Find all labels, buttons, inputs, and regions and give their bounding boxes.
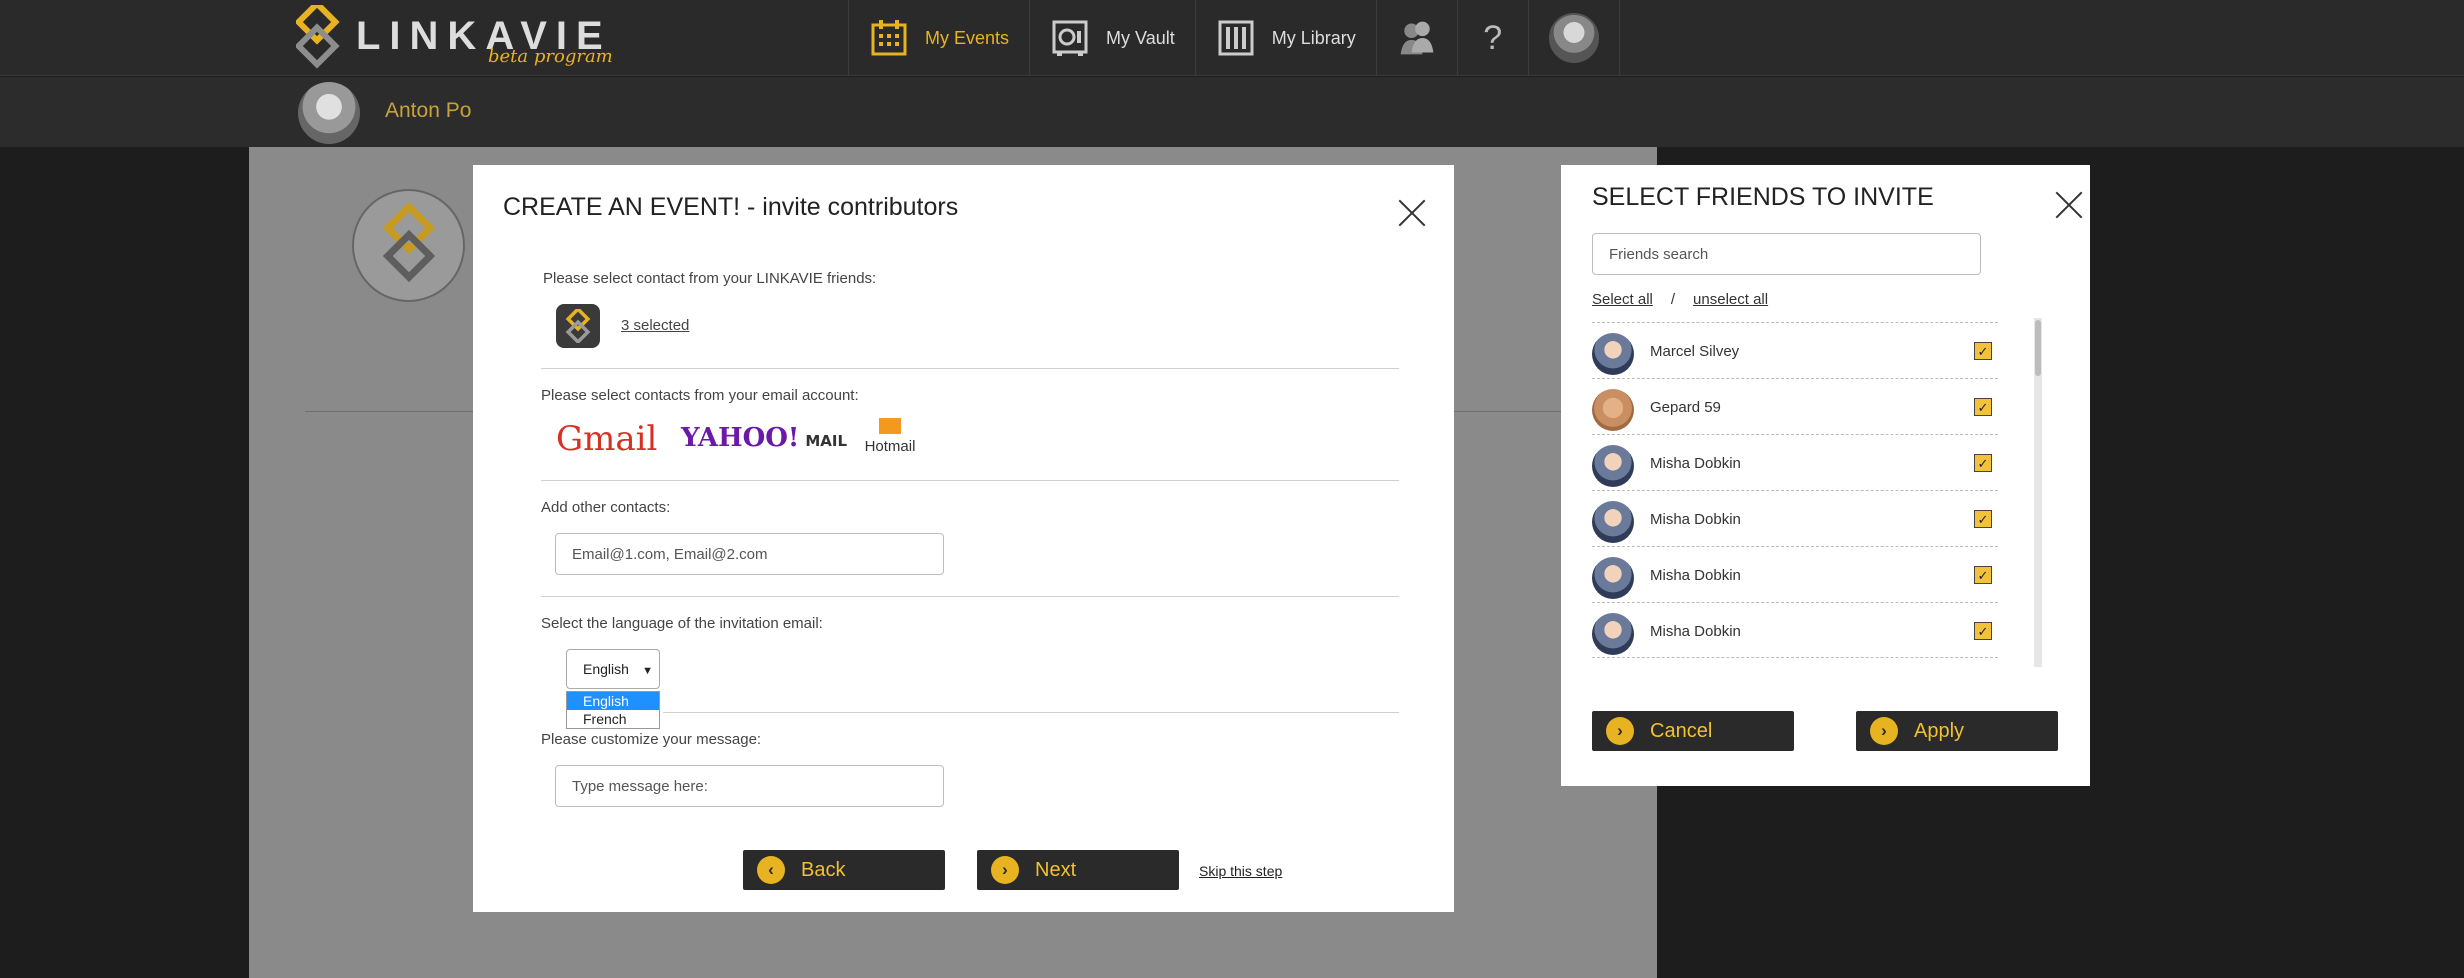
sub-bar: [0, 77, 2464, 147]
hotmail-envelope-icon: [879, 418, 901, 434]
friend-avatar: [1592, 333, 1634, 375]
user-avatar: [1548, 13, 1599, 63]
friends-list: Marcel Silvey ✓ Gepard 59 ✓ Misha Dobkin…: [1592, 322, 1998, 658]
chevron-right-icon: ›: [991, 856, 1019, 884]
friend-row[interactable]: Misha Dobkin ✓: [1592, 434, 1998, 490]
message-label: Please customize your message:: [541, 731, 762, 748]
gmail-button[interactable]: Gmail: [556, 419, 657, 459]
friend-row[interactable]: Gepard 59 ✓: [1592, 378, 1998, 434]
language-option-english[interactable]: English: [567, 692, 659, 710]
language-option-french[interactable]: French: [567, 710, 659, 728]
hotmail-button[interactable]: Hotmail: [860, 418, 920, 455]
main-nav: My Events My Vault My Library ?: [848, 0, 1620, 76]
section-divider: [541, 480, 1399, 481]
create-event-modal: CREATE AN EVENT! - invite contributors P…: [473, 165, 1454, 912]
chevron-left-icon: ‹: [757, 856, 785, 884]
friend-name: Marcel Silvey: [1650, 343, 1740, 360]
language-label: Select the language of the invitation em…: [541, 615, 823, 632]
cancel-button[interactable]: › Cancel: [1592, 711, 1794, 751]
linkavie-logo-icon: [296, 5, 340, 69]
select-friends-modal: SELECT FRIENDS TO INVITE Friends search …: [1561, 165, 2090, 786]
next-button[interactable]: › Next: [977, 850, 1179, 890]
friend-row[interactable]: Misha Dobkin ✓: [1592, 546, 1998, 602]
friend-row[interactable]: Marcel Silvey ✓: [1592, 322, 1998, 378]
friend-checkbox[interactable]: ✓: [1974, 454, 1992, 472]
chevron-right-icon: ›: [1606, 717, 1634, 745]
friends-label: Please select contact from your LINKAVIE…: [543, 270, 877, 287]
caret-down-icon: ▼: [642, 665, 653, 677]
other-contacts-input[interactable]: Email@1.com, Email@2.com: [555, 533, 944, 575]
nav-my-events[interactable]: My Events: [848, 0, 1029, 76]
message-input[interactable]: Type message here:: [555, 765, 944, 807]
friend-avatar: [1592, 445, 1634, 487]
friends-modal-title: SELECT FRIENDS TO INVITE: [1592, 183, 1934, 211]
section-divider: [663, 712, 1399, 713]
section-divider: [541, 368, 1399, 369]
top-bar: LINKAVIE beta program My Events My Vault…: [0, 0, 2464, 76]
apply-button[interactable]: › Apply: [1856, 711, 2058, 751]
vault-icon: [1050, 18, 1090, 58]
select-all-link[interactable]: Select all: [1592, 291, 1653, 308]
skip-step-link[interactable]: Skip this step: [1199, 863, 1282, 879]
profile-name[interactable]: Anton Po: [385, 99, 471, 123]
other-contacts-label: Add other contacts:: [541, 499, 671, 516]
selected-friends-link[interactable]: 3 selected: [621, 317, 689, 334]
chevron-right-icon: ›: [1870, 717, 1898, 745]
nav-friends[interactable]: [1375, 0, 1457, 76]
unselect-all-link[interactable]: unselect all: [1693, 291, 1768, 308]
help-icon: ?: [1483, 18, 1503, 57]
friend-avatar: [1592, 389, 1634, 431]
language-dropdown: English French: [566, 691, 660, 729]
language-select[interactable]: English ▼: [566, 649, 660, 689]
friend-checkbox[interactable]: ✓: [1974, 566, 1992, 584]
linkavie-logo[interactable]: LINKAVIE beta program: [296, 0, 613, 74]
friends-list-scrollbar[interactable]: [2034, 318, 2042, 667]
friends-icon: [1397, 18, 1437, 58]
selection-controls: Select all / unselect all: [1592, 291, 1769, 308]
friend-name: Misha Dobkin: [1650, 511, 1741, 528]
library-icon: [1216, 18, 1256, 58]
profile-avatar[interactable]: [298, 82, 360, 144]
friend-avatar: [1592, 501, 1634, 543]
modal-title: CREATE AN EVENT! - invite contributors: [503, 193, 959, 221]
linkavie-friends-icon[interactable]: [556, 304, 600, 348]
close-icon[interactable]: [2054, 190, 2084, 220]
friend-checkbox[interactable]: ✓: [1974, 622, 1992, 640]
back-button[interactable]: ‹ Back: [743, 850, 945, 890]
friends-search-input[interactable]: Friends search: [1592, 233, 1981, 275]
email-account-label: Please select contacts from your email a…: [541, 387, 859, 404]
friend-row[interactable]: Misha Dobkin ✓: [1592, 602, 1998, 658]
section-divider: [541, 596, 1399, 597]
friend-name: Misha Dobkin: [1650, 567, 1741, 584]
yahoo-mail-button[interactable]: YAHOO! MAIL: [681, 423, 847, 453]
nav-my-library[interactable]: My Library: [1194, 0, 1376, 76]
close-icon[interactable]: [1397, 198, 1427, 228]
friend-checkbox[interactable]: ✓: [1974, 342, 1992, 360]
nav-profile[interactable]: [1527, 0, 1620, 76]
friend-row[interactable]: Misha Dobkin ✓: [1592, 490, 1998, 546]
friend-name: Gepard 59: [1650, 399, 1721, 416]
calendar-icon: [869, 18, 909, 58]
scrollbar-thumb[interactable]: [2035, 320, 2041, 376]
friend-checkbox[interactable]: ✓: [1974, 398, 1992, 416]
friend-avatar: [1592, 557, 1634, 599]
nav-my-events-label: My Events: [925, 27, 1010, 48]
nav-my-vault-label: My Vault: [1106, 27, 1175, 48]
friend-name: Misha Dobkin: [1650, 623, 1741, 640]
friend-avatar: [1592, 613, 1634, 655]
friend-name: Misha Dobkin: [1650, 455, 1741, 472]
event-logo-placeholder: [352, 189, 465, 302]
friend-checkbox[interactable]: ✓: [1974, 510, 1992, 528]
nav-help[interactable]: ?: [1456, 0, 1528, 76]
logo-beta-text: beta program: [488, 46, 613, 67]
nav-my-library-label: My Library: [1271, 27, 1356, 48]
nav-my-vault[interactable]: My Vault: [1029, 0, 1195, 76]
